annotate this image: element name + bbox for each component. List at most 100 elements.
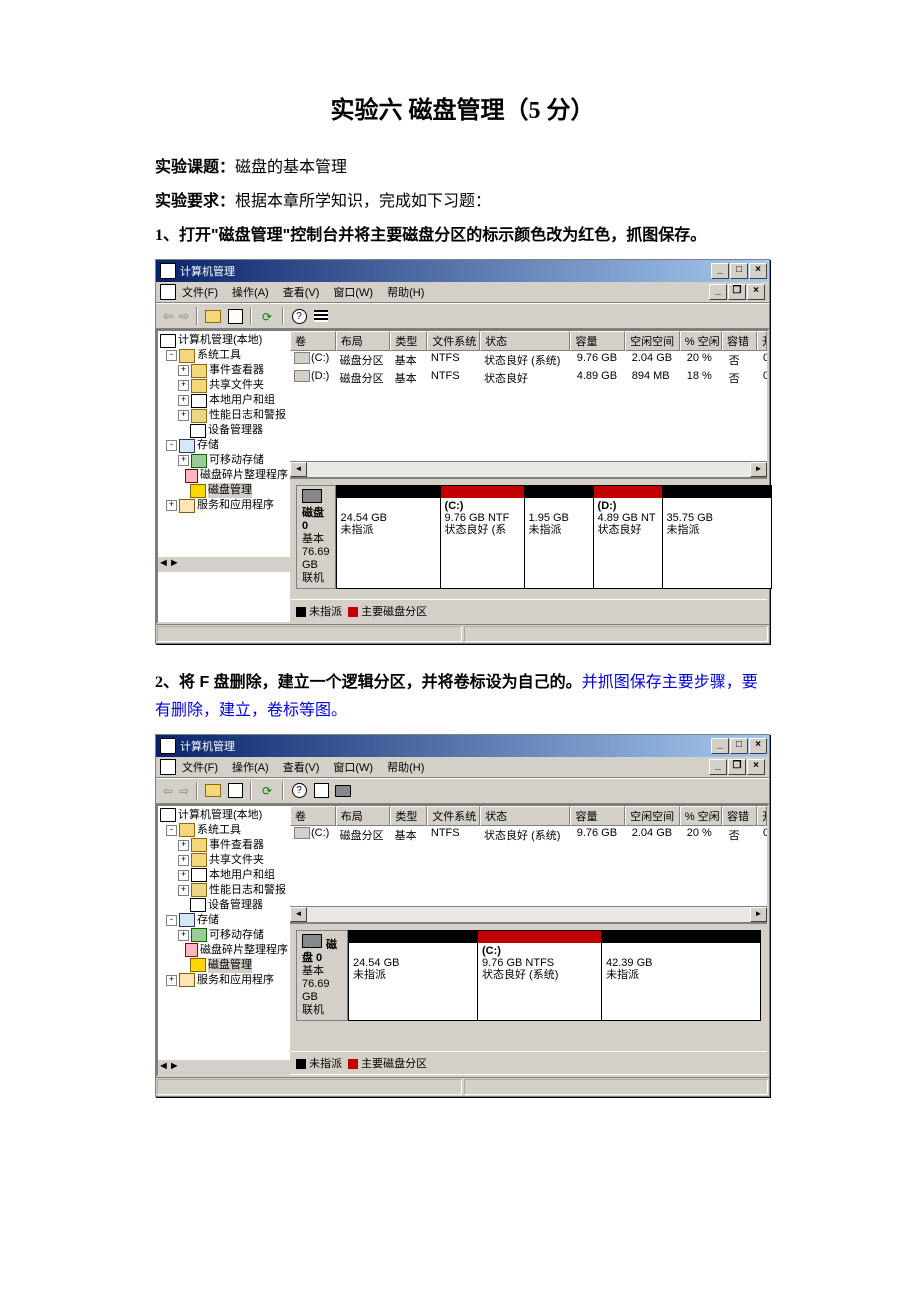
- forward-button[interactable]: ⇨: [176, 783, 192, 799]
- close-button[interactable]: ×: [749, 738, 767, 754]
- expand-icon[interactable]: +: [178, 855, 189, 866]
- tree-services[interactable]: 服务和应用程序: [197, 973, 274, 988]
- mdi-close-button[interactable]: ×: [747, 759, 765, 775]
- tree-shared[interactable]: 共享文件夹: [209, 378, 264, 393]
- back-button[interactable]: ⇦: [160, 308, 176, 324]
- menu-help[interactable]: 帮助(H): [387, 759, 424, 775]
- menu-help[interactable]: 帮助(H): [387, 284, 424, 300]
- tree-event[interactable]: 事件查看器: [209, 838, 264, 853]
- tree-services[interactable]: 服务和应用程序: [197, 498, 274, 513]
- volume-row[interactable]: (C:)磁盘分区基本NTFS状态良好 (系统)9.76 GB2.04 GB20 …: [290, 826, 767, 844]
- tree-systools[interactable]: 系统工具: [197, 823, 241, 838]
- expand-icon[interactable]: +: [178, 365, 189, 376]
- help-button[interactable]: ?: [289, 306, 309, 326]
- col-type[interactable]: 类型: [390, 331, 427, 351]
- tree-storage[interactable]: 存储: [197, 913, 219, 928]
- expand-icon[interactable]: +: [178, 455, 189, 466]
- tree-defrag[interactable]: 磁盘碎片整理程序: [200, 943, 288, 958]
- volume-list[interactable]: 卷 布局 类型 文件系统 状态 容量 空闲空间 % 空闲 容错 开销 (C:)磁…: [290, 806, 767, 906]
- partition[interactable]: (C:)9.76 GB NTF状态良好 (系: [440, 486, 524, 588]
- menu-window[interactable]: 窗口(W): [333, 284, 373, 300]
- expand-icon[interactable]: +: [178, 410, 189, 421]
- partition[interactable]: 24.54 GB未指派: [349, 931, 477, 1020]
- tree-scrollbar[interactable]: ◄►: [158, 1060, 290, 1075]
- tree-perf[interactable]: 性能日志和警报: [209, 408, 286, 423]
- mdi-close-button[interactable]: ×: [747, 284, 765, 300]
- col-free[interactable]: 空闲空间: [625, 806, 680, 826]
- disk-label[interactable]: 磁盘 0 基本76.69 GB联机: [296, 485, 336, 589]
- grid-scrollbar[interactable]: ◄►: [290, 461, 767, 477]
- collapse-icon[interactable]: -: [166, 825, 177, 836]
- mdi-restore-button[interactable]: ❐: [728, 759, 746, 775]
- partition[interactable]: 35.75 GB未指派: [662, 486, 771, 588]
- col-status[interactable]: 状态: [480, 806, 570, 826]
- expand-icon[interactable]: +: [178, 380, 189, 391]
- maximize-button[interactable]: □: [730, 738, 748, 754]
- menu-action[interactable]: 操作(A): [232, 284, 269, 300]
- col-fs[interactable]: 文件系统: [427, 806, 480, 826]
- mdi-minimize-button[interactable]: _: [709, 759, 727, 775]
- partition[interactable]: 42.39 GB未指派: [601, 931, 760, 1020]
- col-status[interactable]: 状态: [480, 331, 570, 351]
- expand-icon[interactable]: +: [178, 870, 189, 881]
- tree-users[interactable]: 本地用户和组: [209, 393, 275, 408]
- list-button[interactable]: [311, 306, 331, 326]
- col-volume[interactable]: 卷: [290, 806, 336, 826]
- col-cap[interactable]: 容量: [570, 806, 625, 826]
- tree-root[interactable]: 计算机管理(本地): [178, 333, 262, 348]
- mdi-minimize-button[interactable]: _: [709, 284, 727, 300]
- expand-icon[interactable]: +: [178, 840, 189, 851]
- mdi-restore-button[interactable]: ❐: [728, 284, 746, 300]
- collapse-icon[interactable]: -: [166, 915, 177, 926]
- partition[interactable]: (C:)9.76 GB NTFS状态良好 (系统): [477, 931, 601, 1020]
- forward-button[interactable]: ⇨: [176, 308, 192, 324]
- tree-removable[interactable]: 可移动存储: [209, 453, 264, 468]
- tree-diskmgmt[interactable]: 磁盘管理: [208, 483, 252, 498]
- collapse-icon[interactable]: -: [166, 440, 177, 451]
- col-ovh[interactable]: 开销: [757, 331, 767, 351]
- partition[interactable]: (D:)4.89 GB NT状态良好: [593, 486, 662, 588]
- col-volume[interactable]: 卷: [290, 331, 336, 351]
- disk-map[interactable]: 磁盘 0 基本76.69 GB联机 24.54 GB未指派(C:)9.76 GB…: [290, 477, 767, 599]
- partition[interactable]: 24.54 GB未指派: [337, 486, 440, 588]
- tree-perf[interactable]: 性能日志和警报: [209, 883, 286, 898]
- disk-map[interactable]: 磁盘 0 基本76.69 GB联机 24.54 GB未指派(C:)9.76 GB…: [290, 922, 767, 1051]
- titlebar[interactable]: 计算机管理 _ □ ×: [156, 735, 769, 757]
- nav-tree[interactable]: 计算机管理(本地) -系统工具 +事件查看器 +共享文件夹 +本地用户和组 +性…: [158, 331, 292, 555]
- tree-removable[interactable]: 可移动存储: [209, 928, 264, 943]
- titlebar[interactable]: 计算机管理 _ □ ×: [156, 260, 769, 282]
- expand-icon[interactable]: +: [178, 395, 189, 406]
- tree-diskmgmt[interactable]: 磁盘管理: [208, 958, 252, 973]
- menu-view[interactable]: 查看(V): [283, 759, 320, 775]
- tree-event[interactable]: 事件查看器: [209, 363, 264, 378]
- tree-storage[interactable]: 存储: [197, 438, 219, 453]
- tree-scrollbar[interactable]: ◄►: [158, 557, 290, 572]
- properties-button[interactable]: [225, 306, 245, 326]
- minimize-button[interactable]: _: [711, 738, 729, 754]
- minimize-button[interactable]: _: [711, 263, 729, 279]
- tree-shared[interactable]: 共享文件夹: [209, 853, 264, 868]
- tree-defrag[interactable]: 磁盘碎片整理程序: [200, 468, 288, 483]
- tree-users[interactable]: 本地用户和组: [209, 868, 275, 883]
- menu-window[interactable]: 窗口(W): [333, 759, 373, 775]
- menu-file[interactable]: 文件(F): [182, 284, 218, 300]
- menu-action[interactable]: 操作(A): [232, 759, 269, 775]
- menu-file[interactable]: 文件(F): [182, 759, 218, 775]
- close-button[interactable]: ×: [749, 263, 767, 279]
- tree-devmgr[interactable]: 设备管理器: [208, 423, 263, 438]
- col-fs[interactable]: 文件系统: [427, 331, 480, 351]
- maximize-button[interactable]: □: [730, 263, 748, 279]
- collapse-icon[interactable]: -: [166, 350, 177, 361]
- volume-list[interactable]: 卷 布局 类型 文件系统 状态 容量 空闲空间 % 空闲 容错 开销 (C:)磁…: [290, 331, 767, 461]
- col-fault[interactable]: 容错: [722, 331, 757, 351]
- nav-tree[interactable]: 计算机管理(本地) -系统工具 +事件查看器 +共享文件夹 +本地用户和组 +性…: [158, 806, 292, 1058]
- col-cap[interactable]: 容量: [570, 331, 625, 351]
- settings-button[interactable]: [311, 781, 331, 801]
- grid-scrollbar[interactable]: ◄►: [290, 906, 767, 922]
- refresh-button[interactable]: ⟳: [257, 781, 277, 801]
- col-fault[interactable]: 容错: [722, 806, 757, 826]
- tree-devmgr[interactable]: 设备管理器: [208, 898, 263, 913]
- col-type[interactable]: 类型: [390, 806, 427, 826]
- expand-icon[interactable]: +: [178, 885, 189, 896]
- disk-label[interactable]: 磁盘 0 基本76.69 GB联机: [296, 930, 348, 1021]
